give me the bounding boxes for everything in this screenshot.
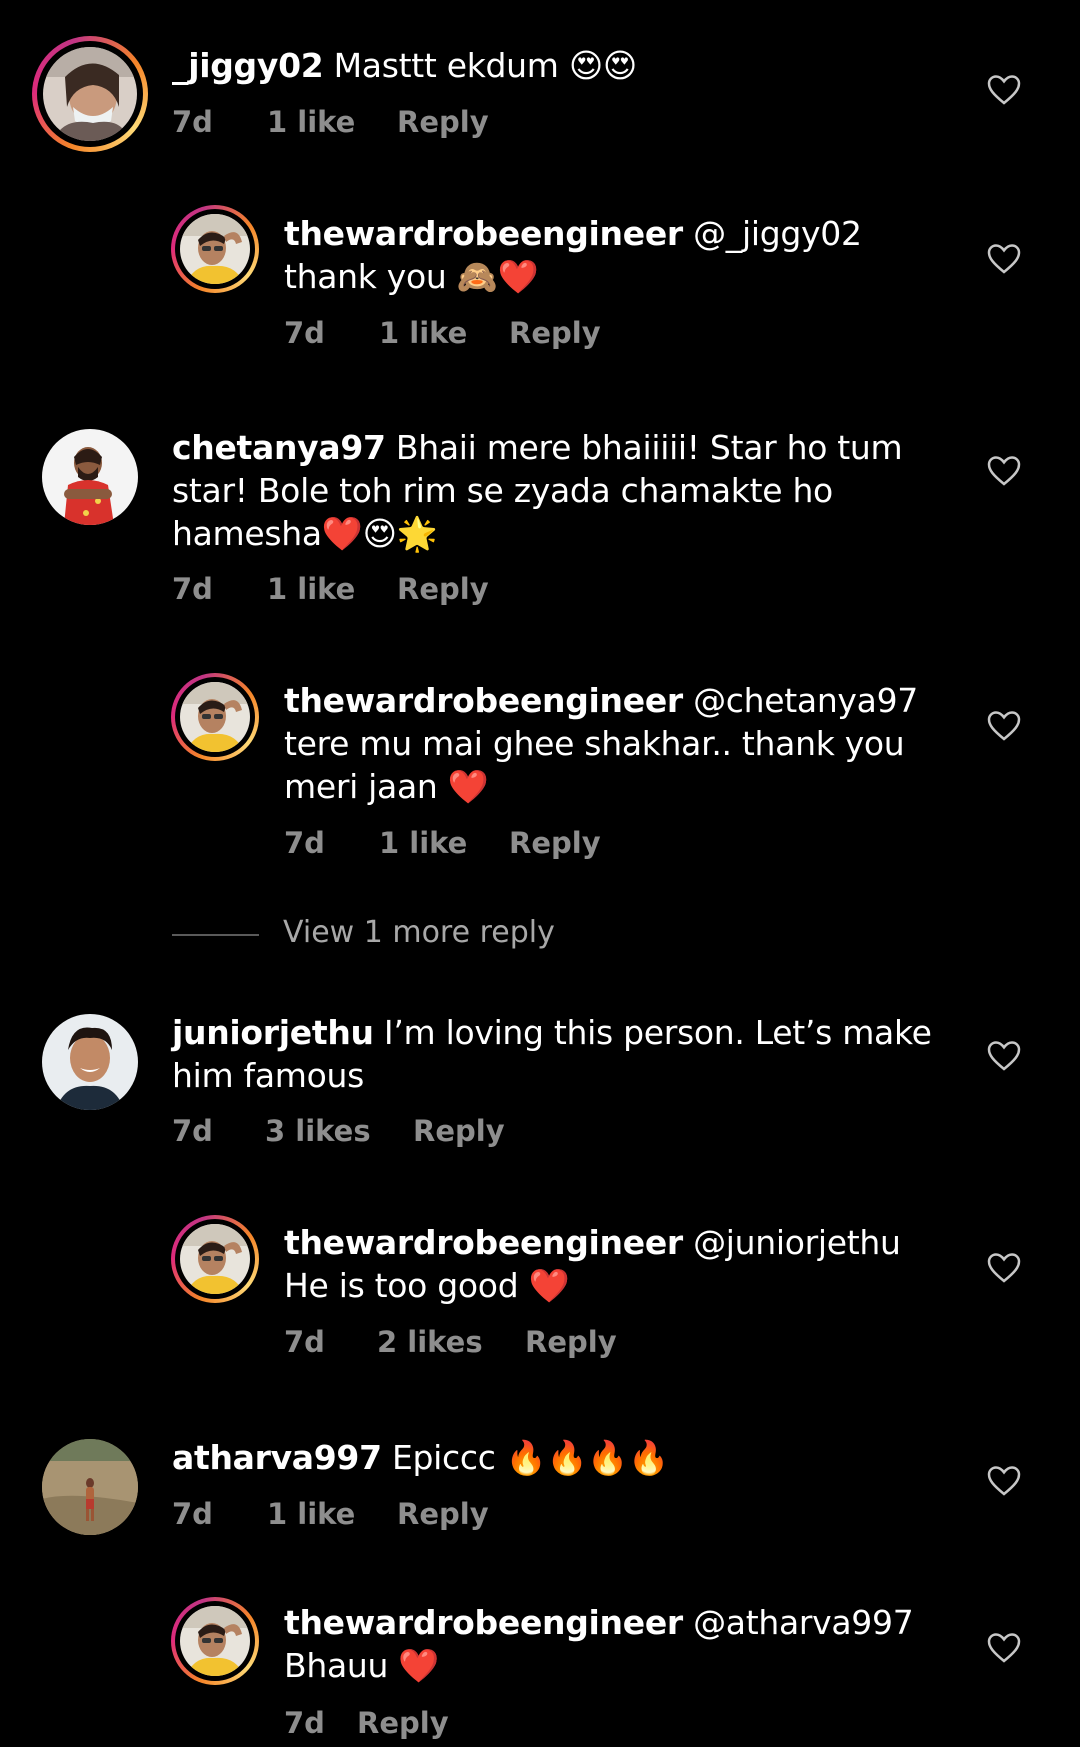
comment-meta: 7d 2 likes Reply (284, 1325, 784, 1365)
heart-icon[interactable] (987, 1040, 1021, 1072)
comment-time: 7d (172, 572, 213, 606)
comment-likes[interactable]: 2 likes (377, 1325, 483, 1359)
reply-button[interactable]: Reply (397, 572, 489, 606)
avatar[interactable] (180, 1606, 250, 1676)
avatar[interactable] (42, 429, 138, 525)
reply-button[interactable]: Reply (397, 105, 489, 139)
reply-button[interactable]: Reply (397, 1497, 489, 1531)
comment-text: Epiccc 🔥🔥🔥🔥 (391, 1438, 669, 1477)
comment-body: thewardrobeengineer @_jiggy02 thank you … (284, 212, 954, 298)
avatar[interactable] (42, 1014, 138, 1110)
comment-time: 7d (172, 105, 213, 139)
reply-button[interactable]: Reply (509, 316, 601, 350)
comment-body: _jiggy02 Masttt ekdum 😍😍 (172, 44, 942, 87)
comment-likes[interactable]: 1 like (267, 1497, 355, 1531)
heart-icon[interactable] (987, 1632, 1021, 1664)
comment-likes[interactable]: 1 like (267, 105, 355, 139)
comment-text: Masttt ekdum 😍😍 (333, 46, 638, 85)
comment-likes[interactable]: 1 like (379, 826, 467, 860)
comment-username[interactable]: thewardrobeengineer (284, 1603, 683, 1642)
comment-meta: 7d 1 like Reply (172, 1497, 672, 1537)
comment-likes[interactable]: 1 like (267, 572, 355, 606)
reply-button[interactable]: Reply (413, 1114, 505, 1148)
comment-time: 7d (284, 316, 325, 350)
avatar[interactable] (42, 1439, 138, 1535)
comment-meta: 7d 1 like Reply (172, 572, 672, 612)
comment-time: 7d (284, 826, 325, 860)
comment-meta: 7d 1 like Reply (284, 826, 784, 866)
comment-username[interactable]: thewardrobeengineer (284, 681, 683, 720)
comment-likes[interactable]: 1 like (379, 316, 467, 350)
heart-icon[interactable] (987, 1465, 1021, 1497)
comment-body: thewardrobeengineer @juniorjethu He is t… (284, 1221, 954, 1307)
reply-button[interactable]: Reply (357, 1706, 449, 1740)
heart-icon[interactable] (987, 243, 1021, 275)
comment-time: 7d (172, 1497, 213, 1531)
comment-username[interactable]: juniorjethu (172, 1013, 374, 1052)
comment-body: thewardrobeengineer @chetanya97 tere mu … (284, 679, 924, 808)
comment-meta: 7d 3 likes Reply (172, 1114, 672, 1154)
heart-icon[interactable] (987, 74, 1021, 106)
view-more-label[interactable]: View 1 more reply (283, 915, 555, 950)
comment-body: atharva997 Epiccc 🔥🔥🔥🔥 (172, 1436, 912, 1479)
reply-button[interactable]: Reply (525, 1325, 617, 1359)
view-more-divider (172, 934, 259, 936)
heart-icon[interactable] (987, 710, 1021, 742)
comment-username[interactable]: thewardrobeengineer (284, 214, 683, 253)
comment-time: 7d (284, 1325, 325, 1359)
comment-body: thewardrobeengineer @atharva997 Bhauu ❤️ (284, 1601, 924, 1687)
comment-body: juniorjethu I’m loving this person. Let’… (172, 1011, 932, 1097)
heart-icon[interactable] (987, 1252, 1021, 1284)
comment-meta: 7d Reply (284, 1706, 784, 1746)
comment-username[interactable]: _jiggy02 (172, 46, 324, 85)
avatar[interactable] (180, 1224, 250, 1294)
avatar[interactable] (43, 47, 137, 141)
comment-meta: 7d 1 like Reply (284, 316, 784, 356)
comment-time: 7d (284, 1706, 325, 1740)
comment-meta: 7d 1 like Reply (172, 105, 672, 145)
avatar[interactable] (180, 682, 250, 752)
comment-username[interactable]: thewardrobeengineer (284, 1223, 683, 1262)
avatar[interactable] (180, 214, 250, 284)
heart-icon[interactable] (987, 455, 1021, 487)
comment-body: chetanya97 Bhaii mere bhaiiiii! Star ho … (172, 426, 912, 555)
comment-username[interactable]: chetanya97 (172, 428, 386, 467)
comment-time: 7d (172, 1114, 213, 1148)
view-more-replies[interactable]: View 1 more reply (172, 910, 692, 960)
comment-likes[interactable]: 3 likes (265, 1114, 371, 1148)
comment-username[interactable]: atharva997 (172, 1438, 382, 1477)
reply-button[interactable]: Reply (509, 826, 601, 860)
